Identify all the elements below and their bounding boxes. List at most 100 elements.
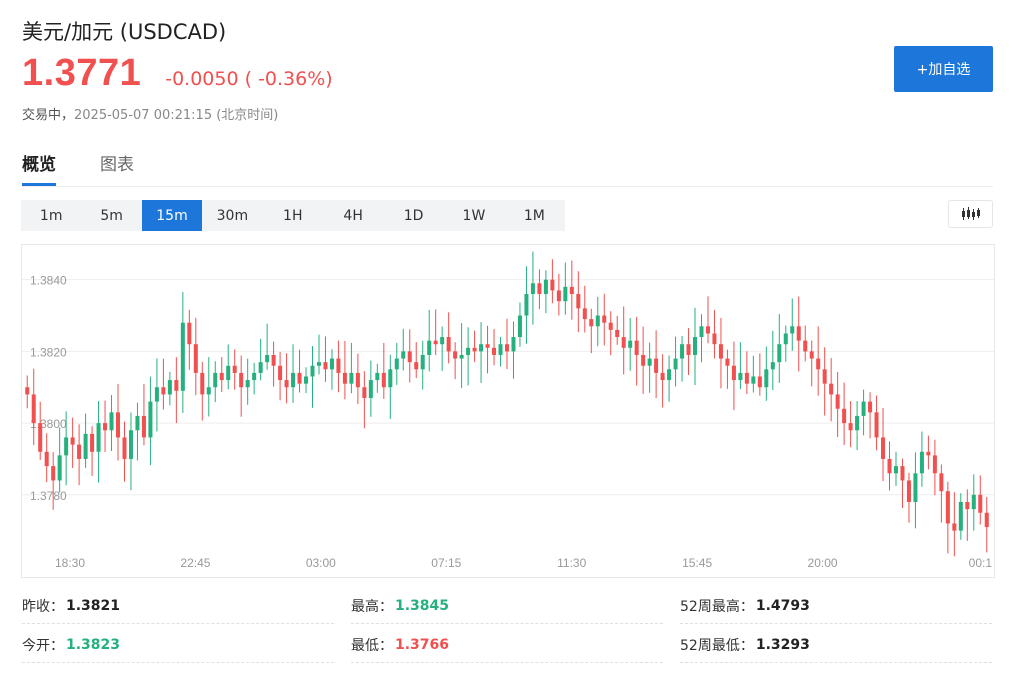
candle-body — [70, 437, 75, 445]
candle-body — [77, 444, 82, 459]
x-tick-label: 00:1 — [969, 556, 993, 570]
period-30m[interactable]: 30m — [202, 200, 262, 231]
candle-body — [141, 415, 146, 438]
stat-value: 1.3821 — [66, 597, 121, 614]
stat-label: 今开： — [22, 637, 64, 654]
candle-body — [446, 337, 451, 352]
period-1w[interactable]: 1W — [444, 200, 504, 231]
candle-body — [744, 372, 749, 384]
candle-body — [31, 394, 36, 424]
candle-body — [440, 337, 445, 345]
stat-label: 52周最低： — [680, 637, 754, 654]
candle-body — [51, 466, 56, 481]
trading-status: 交易中，2025-05-07 00:21:15 (北京时间) — [22, 104, 278, 123]
candle-body — [161, 387, 166, 395]
candle-body — [673, 358, 678, 370]
candle-body — [790, 326, 795, 334]
candle-body — [206, 387, 211, 395]
candle-body — [893, 466, 899, 474]
stat-52w-low: 52周最低： 1.3293 — [680, 627, 992, 663]
tab-bar: 概览 图表 — [22, 150, 993, 187]
stat-open: 今开： 1.3823 — [22, 627, 334, 663]
candle-body — [187, 322, 192, 345]
candle-body — [83, 433, 88, 459]
candlestick-chart: 1.38401.38201.38001.378018:30 22:45 03:00 0… — [22, 251, 994, 570]
candle-body — [511, 337, 516, 352]
price-chart[interactable]: 1.3840 1.3820 1.3800 1.3780 18:30 22:45 03:00 0… — [21, 244, 995, 578]
candle-body — [965, 501, 970, 510]
period-1m[interactable]: 1m — [21, 200, 81, 231]
stat-high: 最高： 1.3845 — [351, 588, 663, 624]
x-tick-label: 18:30 — [55, 556, 85, 570]
candle-body — [932, 455, 937, 474]
period-1mo[interactable]: 1M — [504, 200, 564, 231]
x-tick-label: 11:30 — [557, 556, 586, 570]
candle-body — [485, 344, 490, 348]
candle-body — [25, 387, 30, 395]
candle-body — [861, 401, 866, 416]
period-1d[interactable]: 1D — [383, 200, 443, 231]
period-15m[interactable]: 15m — [141, 200, 203, 231]
candle-body — [64, 437, 69, 456]
candle-body — [219, 372, 224, 381]
candle-body — [686, 344, 691, 355]
stat-value: 1.3766 — [395, 636, 450, 653]
candle-body — [660, 372, 665, 381]
period-5m[interactable]: 5m — [81, 200, 141, 231]
candle-body — [193, 344, 198, 373]
candle-body — [667, 369, 672, 381]
chart-type-button[interactable] — [948, 200, 993, 228]
candle-body — [530, 283, 535, 295]
candle-body — [712, 333, 717, 345]
x-tick-label: 22:45 — [180, 556, 210, 570]
candle-body — [589, 319, 594, 327]
period-selector: 1m 5m 15m 30m 1H 4H 1D 1W 1M — [21, 200, 565, 231]
candle-body — [718, 344, 723, 359]
candle-body — [680, 344, 685, 359]
page-title: 美元/加元 (USDCAD) — [22, 20, 227, 44]
stat-52w-high: 52周最高： 1.4793 — [680, 588, 992, 624]
candle-body — [556, 290, 561, 302]
candle-body — [809, 351, 814, 359]
candle-body — [822, 369, 827, 384]
candle-body — [103, 423, 108, 431]
candle-body — [375, 372, 380, 381]
candle-body — [958, 501, 963, 531]
candle-body — [595, 315, 600, 327]
period-4h[interactable]: 4H — [323, 200, 383, 231]
candle-body — [258, 362, 263, 373]
candle-body — [355, 372, 360, 388]
candle-body — [316, 362, 321, 366]
candlestick-icon — [961, 207, 980, 220]
candle-body — [90, 433, 95, 452]
add-watchlist-button[interactable]: +加自选 — [894, 46, 993, 92]
candle-body — [952, 523, 957, 531]
candle-body — [128, 430, 133, 459]
candle-body — [362, 387, 367, 398]
tab-chart[interactable]: 图表 — [100, 150, 134, 186]
stat-low: 最低： 1.3766 — [351, 627, 663, 663]
current-price: 1.3771 — [22, 52, 142, 94]
stat-prev-close: 昨收： 1.3821 — [22, 588, 334, 624]
tab-overview[interactable]: 概览 — [22, 150, 56, 186]
candle-body — [135, 415, 140, 431]
status-label: 交易中， — [22, 108, 75, 123]
candle-body — [368, 380, 373, 398]
x-tick-label: 15:45 — [682, 556, 712, 570]
candle-body — [881, 437, 886, 459]
period-1h[interactable]: 1H — [263, 200, 323, 231]
candle-body — [803, 340, 808, 352]
candle-body — [900, 466, 905, 481]
candle-body — [751, 376, 756, 384]
candle-body — [777, 344, 782, 363]
candle-body — [472, 347, 477, 352]
stat-value: 1.3823 — [66, 636, 121, 653]
candle-body — [394, 358, 399, 370]
candle-body — [913, 473, 918, 502]
candle-body — [122, 437, 127, 459]
candle-body — [336, 358, 341, 373]
stat-label: 52周最高： — [680, 598, 754, 615]
candle-body — [96, 423, 101, 452]
candle-body — [148, 401, 153, 438]
candle-body — [44, 451, 49, 467]
